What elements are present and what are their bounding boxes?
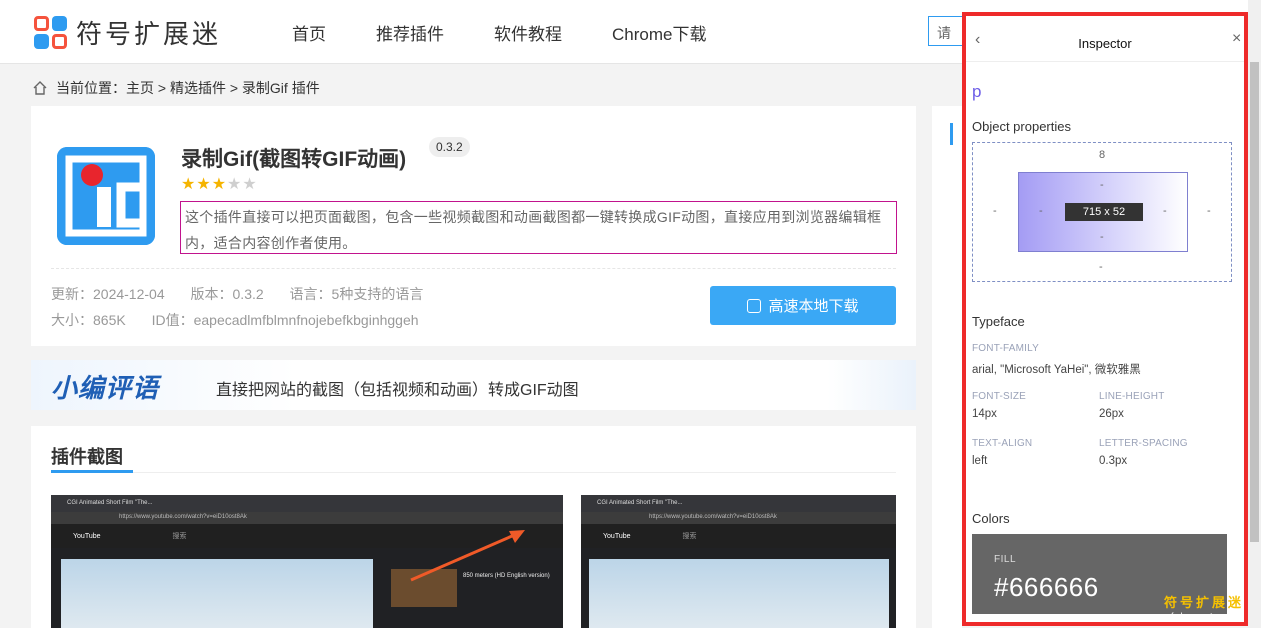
star-icon: ★ [242,176,257,193]
meta-updated: 更新：2024-12-04 [51,286,165,302]
font-family-value: arial, "Microsoft YaHei", 微软雅黑 [972,364,1141,376]
browser-url: https://www.youtube.com/watch?v=eiD10ost… [51,512,563,524]
section-title-underline [51,470,133,473]
nav-chrome-download[interactable]: Chrome下载 [612,20,706,45]
letter-spacing-value: 0.3px [1099,455,1128,467]
nav-tutorials[interactable]: 软件教程 [494,20,562,45]
inspector-header: ‹ Inspector × [966,16,1244,62]
box-model-content: - - - - 715 x 52 [1018,172,1188,252]
extension-title: 录制Gif(截图转GIF动画) [181,148,407,171]
element-tag: p [972,82,982,101]
browser-url: https://www.youtube.com/watch?v=eiD10ost… [581,512,896,524]
star-icon: ★ [227,176,242,193]
extension-icon [57,147,155,245]
margin-top: 8 [1099,149,1106,161]
breadcrumb: 当前位置： 主页 > 精选插件 > 录制Gif 插件 [32,78,320,98]
element-size: 715 x 52 [1065,203,1143,221]
meta-row-1: 更新：2024-12-04 版本：0.3.2 语言：5种支持的语言 [51,284,445,304]
breadcrumb-path[interactable]: 主页 > 精选插件 > 录制Gif 插件 [126,78,320,98]
watermark-cn: 符号扩展迷 [1164,596,1245,611]
watermark: 符号扩展迷 fuhaoext.com [1164,592,1244,621]
meta-version: 版本：0.3.2 [190,286,264,302]
section-divider [51,472,896,473]
editor-comment-logo: 小编评语 [51,373,160,403]
divider [51,268,896,269]
youtube-bar: YouTube 搜索 [581,524,896,548]
star-icon: ★ [181,176,196,193]
padding-bottom: - [1100,231,1104,243]
nav-recommended[interactable]: 推荐插件 [376,20,444,45]
font-size-label: FONT-SIZE [972,391,1027,402]
meta-row-2: 大小：865K ID值：eapecadlmfblmnfnojebefkbginh… [51,310,441,330]
font-family-label: FONT-FAMILY [972,343,1040,354]
breadcrumb-prefix: 当前位置： [56,80,126,96]
sidebar-card [932,106,962,628]
line-height-value: 26px [1099,408,1124,420]
logo-text: 符号扩展迷 [76,20,222,50]
download-label: 高速本地下载 [768,298,859,315]
nav-home[interactable]: 首页 [292,20,326,45]
inspector-panel: ‹ Inspector × p Object properties 8 - - … [962,12,1248,626]
logo-icon [34,15,68,50]
margin-left: - [993,205,997,217]
browser-tab: CGI Animated Short Film "The... [581,495,896,512]
line-height-label: LINE-HEIGHT [1099,391,1165,402]
meta-size: 大小：865K [51,312,126,328]
youtube-search: 搜索 [682,533,697,540]
screenshots-section: 插件截图 CGI Animated Short Film "The... htt… [31,426,916,628]
meta-id: ID值：eapecadlmfblmnfnojebefkbginhggeh [151,312,419,328]
typeface-heading: Typeface [972,314,1025,329]
letter-spacing-label: LETTER-SPACING [1099,438,1188,449]
rating-stars: ★ ★ ★ ★ ★ [181,177,258,193]
annotation-arrow-icon [410,530,525,582]
editor-comment-banner: 小编评语 直接把网站的截图（包括视频和动画）转成GIF动图 [31,360,916,410]
main-nav: 首页 推荐插件 软件教程 Chrome下载 [292,20,756,45]
padding-right: - [1163,205,1167,217]
star-icon: ★ [196,176,211,193]
youtube-brand: YouTube [603,533,631,540]
video-frame [61,559,373,628]
text-align-value: left [972,455,988,467]
extension-description: 这个插件直接可以把页面截图，包含一些视频截图和动画截图都一键转换成GIF动图，直… [180,201,897,254]
fill-label: FILL [994,554,1017,565]
text-align-label: TEXT-ALIGN [972,438,1033,449]
close-icon[interactable]: × [1232,30,1241,48]
watermark-en: fuhaoext.com [1170,611,1238,621]
version-badge: 0.3.2 [429,137,470,157]
site-logo[interactable]: 符号扩展迷 [34,14,221,51]
margin-bottom: - [1099,261,1103,273]
padding-top: - [1100,179,1104,191]
editor-comment-text: 直接把网站的截图（包括视频和动画）转成GIF动图 [216,382,579,399]
download-icon [747,298,762,313]
browser-tab: CGI Animated Short Film "The... [51,495,563,512]
sidebar-accent [950,123,953,145]
font-size-value: 14px [972,408,997,420]
fill-value: #666666 [994,572,1099,602]
margin-right: - [1207,205,1211,217]
screenshot-1[interactable]: CGI Animated Short Film "The... https://… [51,495,563,628]
object-properties-heading: Object properties [972,119,1071,134]
screenshot-2[interactable]: CGI Animated Short Film "The... https://… [581,495,896,628]
download-button[interactable]: 高速本地下载 [710,286,896,325]
youtube-brand: YouTube [73,533,101,540]
youtube-search: 搜索 [172,533,187,540]
screenshots-title: 插件截图 [51,447,123,467]
meta-language: 语言：5种支持的语言 [289,286,424,302]
extension-card: 录制Gif(截图转GIF动画) 0.3.2 ★ ★ ★ ★ ★ 这个插件直接可以把页面截… [31,106,916,346]
star-icon: ★ [211,176,227,193]
box-model: 8 - - - - - - - 715 x 52 [972,142,1232,282]
video-frame [589,559,889,628]
home-icon[interactable] [32,80,48,96]
scrollbar-thumb[interactable] [1250,62,1259,542]
padding-left: - [1039,205,1043,217]
inspector-title: Inspector [1078,36,1132,51]
colors-heading: Colors [972,511,1010,526]
